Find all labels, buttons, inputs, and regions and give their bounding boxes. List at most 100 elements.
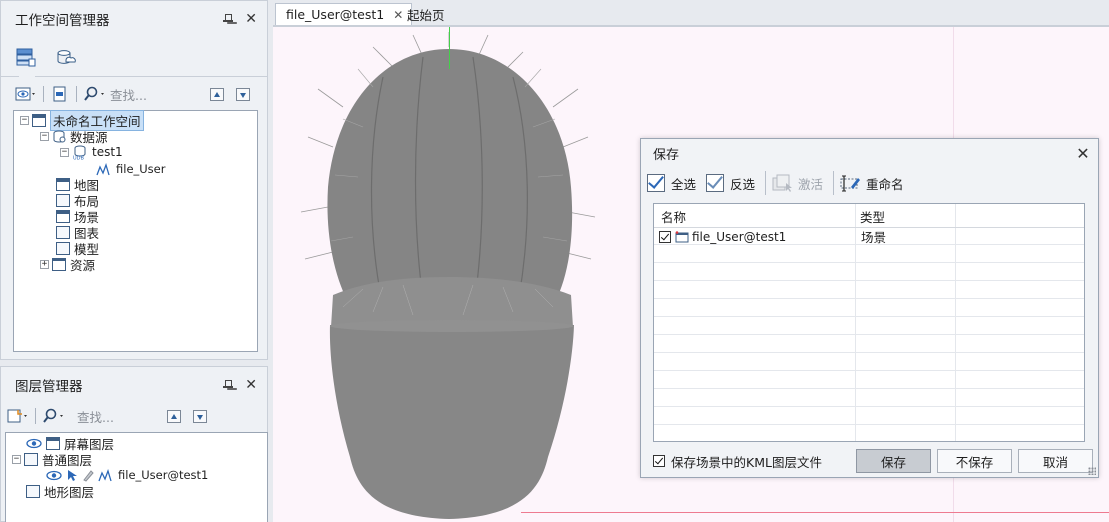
layer-item-label: file_User@test1 [118,468,209,482]
selectable-icon[interactable] [66,469,78,482]
workspace-panel-header: 工作空间管理器 ✕ [1,1,267,37]
workspace-tab-icon[interactable] [15,46,37,68]
workspace-tab-strip [1,37,267,77]
toolbar-divider [43,86,44,102]
chart-icon [56,225,70,239]
save-items-table: 名称 类型 file_User@test1 场景 [653,203,1085,442]
tree-node-datasources[interactable]: − 数据源 [40,128,108,145]
table-header: 名称 类型 [654,204,1084,228]
terrain-layer-icon [26,484,40,498]
normal-layer-icon [24,452,38,466]
layer-tree: 屏幕图层 − 普通图层 file_User@test1 地形图层 [5,432,268,522]
view-dropdown-icon[interactable] [15,86,35,102]
tab-scene-document[interactable]: file_User@test1 ✕ [275,3,413,25]
empty-row [654,354,1084,371]
layer-search-input[interactable]: 查找... [77,407,155,426]
next-result-button[interactable] [236,87,250,101]
toolbar-divider [35,408,36,424]
tab-label: 起始页 [407,7,445,23]
tab-label: file_User@test1 [286,7,385,22]
collapse-icon[interactable]: − [60,147,69,157]
name-cell: file_User@test1 [659,228,786,245]
empty-row [654,282,1084,299]
dialog-footer: 保存场景中的KML图层文件 保存 不保存 取消 [653,448,1093,474]
scene-item-icon [675,230,689,243]
previous-result-button[interactable] [210,87,224,101]
export-icon[interactable] [51,86,69,102]
invert-selection-button[interactable]: 反选 [706,174,755,193]
tree-node-datasource[interactable]: − UDB test1 [60,144,123,161]
save-kml-checkbox[interactable] [653,455,665,467]
collapse-icon[interactable]: − [40,131,49,141]
dialog-title: 保存 [653,147,680,163]
screen-layer-icon [46,436,60,450]
dialog-titlebar: 保存 ✕ [641,139,1098,167]
rename-button[interactable]: 重命名 [840,174,904,193]
row-checkbox[interactable] [659,230,671,243]
layer-manager-panel: 图层管理器 ✕ 查找... 屏幕图层 − 普通图层 file_User@test… [0,366,268,522]
folder-icon [52,257,66,271]
tree-node-normal-layer[interactable]: − 普通图层 [12,451,93,468]
type-cell: 场景 [861,230,887,245]
dialog-toolbar: 全选 反选 激活 重命名 [641,167,1098,199]
workspace-icon [32,113,46,127]
line-dataset-icon [98,468,114,482]
table-row[interactable]: file_User@test1 场景 [654,228,1084,245]
tab-start-page[interactable]: 起始页 [397,3,453,25]
tree-node-dataset[interactable]: file_User [96,161,165,177]
column-header-name[interactable]: 名称 [661,207,686,226]
cancel-button[interactable]: 取消 [1018,449,1093,473]
activate-icon [772,174,794,192]
model-icon [56,241,70,255]
dataset-label: file_User [116,162,166,176]
layer-panel-title: 图层管理器 [15,379,83,395]
dont-save-button[interactable]: 不保存 [937,449,1012,473]
close-icon[interactable]: ✕ [245,378,257,392]
empty-row [654,246,1084,263]
empty-row [654,372,1084,389]
row-name: file_User@test1 [692,229,787,244]
toolbar-divider [765,171,767,195]
save-kml-option[interactable]: 保存场景中的KML图层文件 [653,452,850,471]
workspace-toolbar: 查找... [1,81,267,107]
eye-icon[interactable] [46,469,62,482]
add-layer-icon[interactable] [7,408,27,424]
previous-result-button[interactable] [167,409,181,423]
next-result-button[interactable] [193,409,207,423]
column-header-type[interactable]: 类型 [860,207,885,226]
resize-grip[interactable] [1088,467,1096,475]
expand-icon[interactable]: + [40,259,49,269]
collapse-icon[interactable]: − [12,454,21,464]
workspace-search-input[interactable]: 查找... [110,85,198,104]
select-all-label: 全选 [671,176,697,192]
workspace-panel-title: 工作空间管理器 [15,13,110,29]
empty-row [654,264,1084,281]
collapse-icon[interactable]: − [20,115,29,125]
normal-layer-label: 普通图层 [42,452,93,468]
cloud-tab-icon[interactable] [55,46,77,68]
pin-icon[interactable] [223,13,234,25]
search-icon[interactable] [43,408,63,424]
search-icon[interactable] [84,86,104,102]
tree-node-resources[interactable]: + 资源 [40,256,95,273]
select-all-button[interactable]: 全选 [647,174,696,193]
save-kml-label: 保存场景中的KML图层文件 [671,454,822,470]
dialog-close-icon[interactable]: ✕ [1068,144,1098,163]
save-button[interactable]: 保存 [856,449,931,473]
tree-node-terrain-layer[interactable]: 地形图层 [26,483,94,500]
select-all-icon [647,174,665,192]
editable-icon[interactable] [82,469,94,482]
pin-icon[interactable] [223,379,234,391]
layer-toolbar: 查找... [1,403,267,429]
invert-selection-icon [706,174,725,192]
datasources-icon [52,130,66,143]
activate-button[interactable]: 激活 [772,174,823,193]
datasources-label: 数据源 [70,129,108,145]
close-icon[interactable]: ✕ [245,12,257,26]
save-dialog: 保存 ✕ 全选 反选 激活 重命名 名称 类型 file_User@test1 … [640,138,1099,478]
scene-icon [56,209,70,223]
workspace-tree: − 未命名工作空间 − 数据源 − UDB test1 file_User 地图… [13,109,258,352]
empty-row [654,336,1084,353]
layout-icon [56,193,70,207]
eye-icon[interactable] [26,437,42,450]
